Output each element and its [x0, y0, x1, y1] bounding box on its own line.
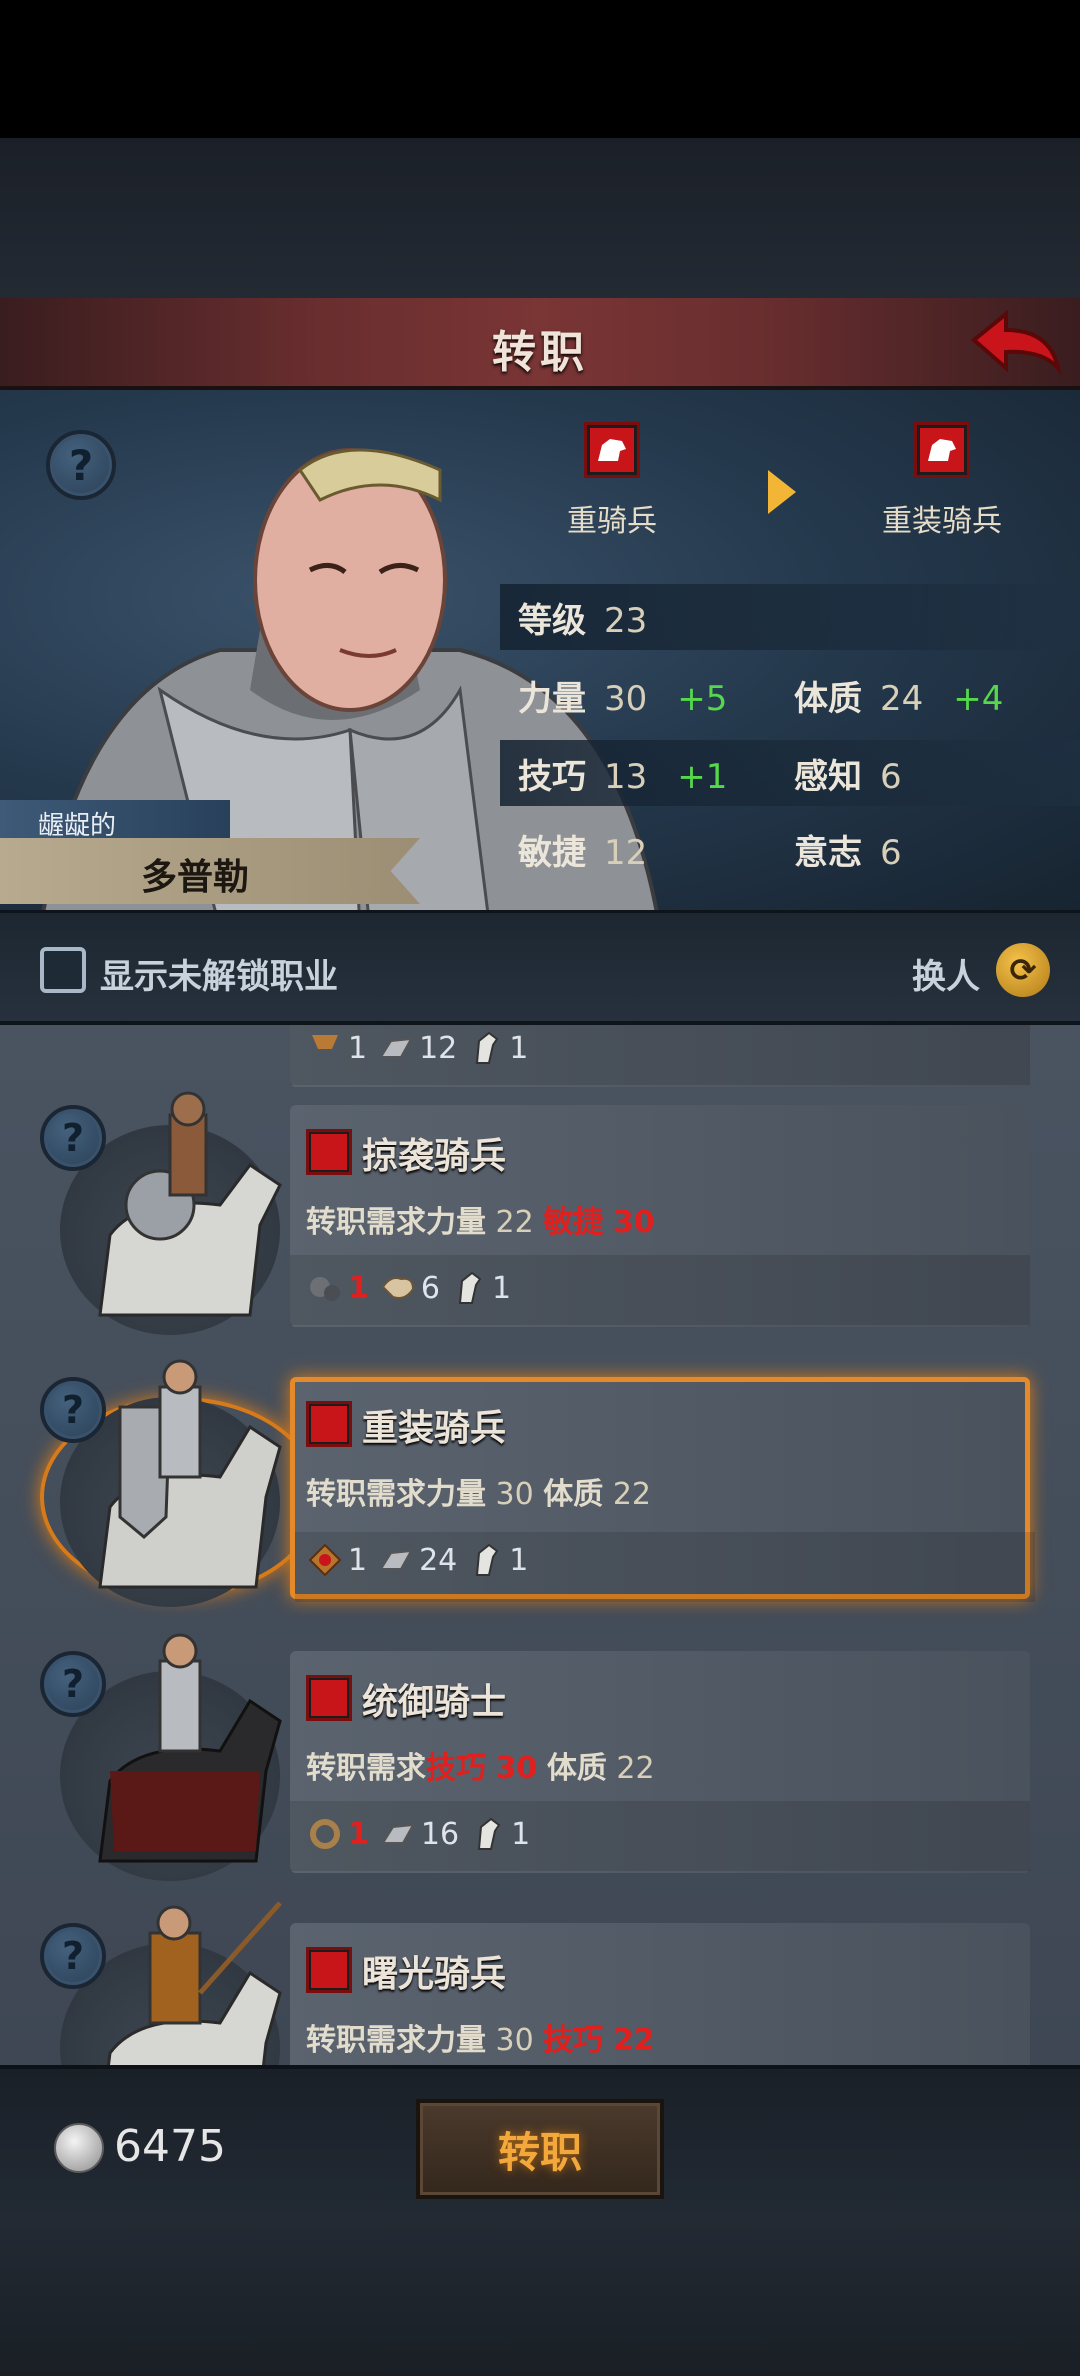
- command-knight-portrait: [98, 1633, 282, 1863]
- title-bar: 转职: [0, 298, 1080, 390]
- iron-bar-icon: [381, 1823, 415, 1844]
- horse-icon: [476, 1543, 499, 1576]
- class-requirements: 转职需求力量 30 体质 22: [306, 1477, 652, 1512]
- target-class: 重装骑兵: [842, 422, 1042, 540]
- bottom-backdrop: [0, 2220, 1080, 2376]
- iron-bar-icon: [379, 1549, 413, 1570]
- leather-icon: [381, 1277, 414, 1299]
- heavy-cavalry-portrait: [98, 1359, 282, 1589]
- silver-coin-icon: [54, 2123, 104, 2173]
- stat-will: 意志 6: [794, 832, 902, 873]
- class-card-selected[interactable]: ? 重装骑兵 转职需求力量 30 体质 22 1 24 1: [40, 1359, 1035, 1607]
- horse-icon: [476, 1031, 499, 1064]
- hero-name: 多普勒: [0, 838, 420, 904]
- cost-list: 1 6 1: [306, 1269, 511, 1307]
- class-name: 掠袭骑兵: [362, 1136, 507, 1177]
- iron-balls-icon: [310, 1277, 340, 1301]
- bottom-bar: 6475 转职: [0, 2065, 1080, 2220]
- cavalry-class-icon: [914, 422, 970, 478]
- back-arrow-icon[interactable]: [966, 304, 1066, 384]
- current-class-label: 重骑兵: [567, 504, 657, 539]
- cost-list: 1 24 1: [306, 1541, 528, 1579]
- class-requirements: 转职需求技巧 30 体质 22: [306, 1751, 655, 1786]
- stat-strength: 力量 30 +5: [518, 678, 728, 719]
- class-card[interactable]: ? 掠袭骑兵 转职需求力量 22 敏捷 30 1 6 1: [40, 1091, 1030, 1335]
- hero-title: 龌龊的: [0, 800, 230, 842]
- status-bar: [0, 0, 1080, 138]
- stat-level: 等级 23: [518, 600, 648, 641]
- current-class: 重骑兵: [512, 422, 712, 540]
- top-backdrop: [0, 138, 1080, 298]
- help-icon[interactable]: ?: [40, 1923, 106, 1989]
- help-icon[interactable]: ?: [40, 1105, 106, 1171]
- class-card[interactable]: ? 曙光骑兵 转职需求力量 30 技巧 22: [40, 1901, 1030, 2065]
- stat-constitution: 体质 24 +4: [794, 678, 1004, 719]
- dawn-cavalry-portrait: [106, 1901, 282, 2065]
- stat-row-str-con: 力量 30 +5 体质 24 +4: [500, 662, 1080, 728]
- options-bar: 显示未解锁职业 换人 ⟳: [0, 910, 1080, 1025]
- confirm-class-change-button[interactable]: 转职: [416, 2099, 664, 2199]
- stat-row-agi-will: 敏捷 12 意志 6: [500, 816, 1080, 882]
- iron-bar-icon: [379, 1037, 413, 1058]
- cavalry-class-icon: [306, 1675, 352, 1721]
- cavalry-class-icon: [306, 1947, 352, 1993]
- swap-hero-label[interactable]: 换人: [912, 949, 980, 998]
- stat-agility: 敏捷 12: [518, 832, 648, 873]
- class-name: 统御骑士: [362, 1682, 507, 1723]
- class-name: 曙光骑兵: [362, 1954, 507, 1995]
- medal-icon: [308, 1543, 342, 1577]
- arrow-right-icon: [768, 470, 796, 514]
- coin-count: 6475: [114, 2121, 226, 2172]
- class-name: 重装骑兵: [362, 1408, 507, 1449]
- medal-icon: [312, 1035, 338, 1049]
- cavalry-class-icon: [584, 422, 640, 478]
- class-requirements: 转职需求力量 22 敏捷 30: [306, 1205, 655, 1240]
- target-class-label: 重装骑兵: [882, 504, 1002, 539]
- stat-row-skill-per: 技巧 13 +1 感知 6: [500, 740, 1080, 806]
- horse-icon: [458, 1271, 482, 1304]
- class-list[interactable]: 1 12 1 ? 掠袭骑兵 转职需求力量 22 敏捷 30 1 6 1 ? 重装…: [0, 1025, 1080, 2065]
- stat-perception: 感知 6: [794, 756, 902, 797]
- class-card[interactable]: ? 统御骑士 转职需求技巧 30 体质 22 1 16 1: [40, 1633, 1030, 1881]
- page-title: 转职: [492, 327, 588, 378]
- cavalry-class-icon: [306, 1401, 352, 1447]
- show-locked-checkbox[interactable]: [40, 947, 86, 993]
- show-locked-label[interactable]: 显示未解锁职业: [100, 949, 338, 998]
- class-requirements: 转职需求力量 30 技巧 22: [306, 2023, 655, 2058]
- ring-icon: [310, 1819, 340, 1849]
- cost-list: 1 16 1: [306, 1815, 530, 1853]
- hero-panel: ? 龌龊的 多普勒 重骑兵 重装骑兵 等级 23 力量 30 +5 体质 24 …: [0, 390, 1080, 910]
- stat-row-level: 等级 23: [500, 584, 1080, 650]
- raider-cavalry-portrait: [98, 1091, 282, 1317]
- horse-icon: [477, 1817, 501, 1850]
- help-icon[interactable]: ?: [40, 1651, 106, 1717]
- help-icon[interactable]: ?: [40, 1377, 106, 1443]
- cavalry-class-icon: [306, 1129, 352, 1175]
- cost-list: 1 12 1: [306, 1029, 528, 1067]
- swap-icon[interactable]: ⟳: [996, 943, 1050, 997]
- stat-skill: 技巧 13 +1: [518, 756, 728, 797]
